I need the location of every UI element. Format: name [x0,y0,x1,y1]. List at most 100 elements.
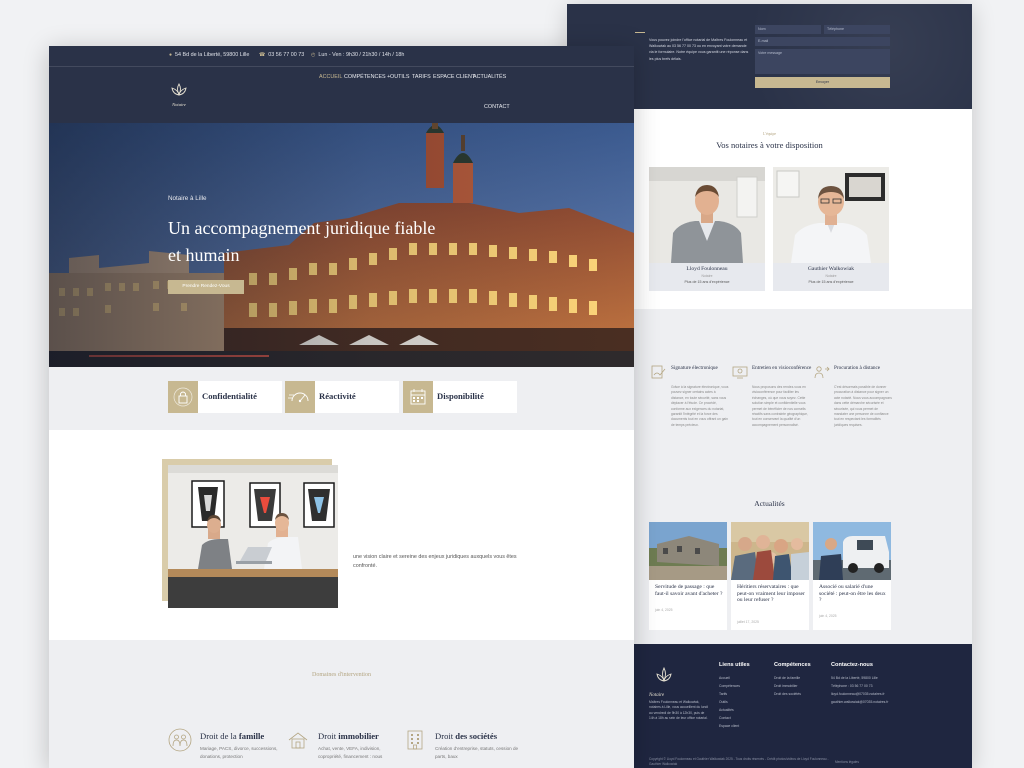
nav-skills-label: COMPÉTENCES [344,74,386,80]
domain-description: Création d'entreprise, statuts, cession … [435,746,519,759]
lock-icon [168,381,198,413]
news-image [649,522,727,580]
domain-title-emphasis: famille [238,731,265,741]
email-field[interactable]: E-mail [755,37,890,46]
domain-title: Droit de la famille [200,731,264,741]
notary-photo [649,167,765,263]
contact-text: Vous pouvez joindre l'office notarial de… [649,38,749,61]
footer-link[interactable]: Tarifs [719,690,750,698]
phone-field[interactable]: Téléphone [824,25,890,34]
nav-home[interactable]: ACCUEIL [319,74,342,80]
domain-title: Droit des sociétés [435,731,497,741]
location-icon: ● [169,52,173,58]
footer-logo[interactable]: Notaire [649,664,679,698]
hours-text: Lun - Ven : 9h30 / 21h30 / 14h / 18h [318,52,405,58]
domain-title-emphasis: immobilier [338,731,379,741]
footer-copyright: Copyright © Lloyd Foulonneau et Gauthier… [649,757,829,766]
news-card[interactable]: Associé ou salarié d'une société : peut-… [813,522,891,630]
intro-section: une vision claire et sereine des enjeux … [49,430,634,640]
value-label: Disponibilité [437,391,484,401]
footer-link[interactable]: Contact [719,714,750,722]
domain-title-emphasis: des sociétés [455,731,498,741]
domains-section: Domaines d'intervention Droit de la fami… [49,640,634,768]
notary-experience: Plus de 15 ans d'expérience [684,280,730,284]
lotus-icon [171,83,187,96]
hero-section: Notaire à Lille Un accompagnement juridi… [49,123,634,367]
footer-links-title: Liens utiles [719,662,750,668]
nav-rates[interactable]: TARIFS [412,74,431,80]
footer-links-column: Liens utiles Accueil Compétences Tarifs … [719,662,750,730]
family-icon [168,728,192,752]
footer-link[interactable]: Accueil [719,674,750,682]
news-card-title[interactable]: Associé ou salarié d'une société : peut-… [819,584,889,604]
nav-tools[interactable]: OUTILS [390,74,409,80]
service-title: Procuration à distance [834,365,881,371]
footer-email[interactable]: lloyd.foulonneau@07035.notaires.fr [831,690,888,698]
send-button[interactable]: Envoyer [755,77,890,88]
service-title: Signature électronique [671,365,718,371]
footer-email[interactable]: gauthier.walkowiak@07035.notaires.fr [831,698,888,706]
news-card[interactable]: Héritiers réservataires : que peut-on vr… [731,522,809,630]
footer-link[interactable]: Droit immobilier [774,682,811,690]
news-card[interactable]: Servitude de passage : que faut-il savoi… [649,522,727,630]
name-field[interactable]: Nom [755,25,821,34]
calendar-icon [403,381,433,413]
legal-link[interactable]: Mentions légales [835,760,859,764]
values-bar: Confidentialité Réactivité Disponibilité [49,367,634,430]
nav-contact[interactable]: CONTACT [484,104,510,110]
intro-text: une vision claire et sereine des enjeux … [353,554,517,569]
phone-text: 03 56 77 00 73 [268,52,305,58]
domain-title-prefix: Droit [318,731,339,741]
news-card-title[interactable]: Héritiers réservataires : que peut-on vr… [737,584,807,604]
site-header: ● 54 Bd de la Liberté, 59800 Lille ☎ 03 … [49,46,634,123]
value-confidentiality: Confidentialité [168,381,282,413]
message-field[interactable]: Votre message [755,49,890,74]
notary-card[interactable]: Lloyd Foulonneau Notaire Plus de 15 ans … [649,167,765,291]
footer-link[interactable]: Droit des sociétés [774,690,811,698]
clock-icon: ◴ [311,52,316,58]
value-label: Confidentialité [202,391,257,401]
footer-contact-title: Contactez-nous [831,662,873,668]
nav-news[interactable]: ACTUALITÉS [473,74,506,80]
domain-title-prefix: Droit [435,731,456,741]
video-call-icon [732,366,748,379]
footer-link[interactable]: Compétences [719,682,750,690]
gold-line [635,32,645,33]
hours-info: ◴ Lun - Ven : 9h30 / 21h30 / 14h / 18h [311,52,404,58]
house-icon [288,732,308,749]
domains-eyebrow: Domaines d'intervention [312,672,371,678]
domain-title: Droit immobilier [318,731,379,741]
address-text: 54 Bd de la Liberté, 59800 Lille [175,52,250,58]
notary-name: Gauthier Walkowiak [807,266,855,272]
footer-link[interactable]: Outils [719,698,750,706]
value-label: Réactivité [319,391,356,401]
speedometer-icon [285,381,315,413]
domain-description: Mariage, PACS, divorce, successions, don… [200,746,278,759]
nav-skills[interactable]: COMPÉTENCES + [344,74,390,80]
footer-phone[interactable]: Téléphone : 03 56 77 00 73 [831,682,888,690]
address-info: ● 54 Bd de la Liberté, 59800 Lille [169,52,249,58]
news-image [813,522,891,580]
footer-about: Maîtres Foulonneau et Walkowiak, notaire… [649,700,709,721]
proxy-icon [814,366,830,379]
news-date: juin 4, 2025 [819,614,837,618]
service-description: C'est désormais possible de donner procu… [834,385,892,427]
domain-title-prefix: Droit de la [200,731,239,741]
site-logo[interactable]: Notaire [166,83,192,107]
footer-skills-title: Compétences [774,662,811,668]
nav-client-space[interactable]: ESPACE CLIENT [433,74,475,80]
left-page-preview: ● 54 Bd de la Liberté, 59800 Lille ☎ 03 … [49,46,634,768]
signature-icon [651,365,666,379]
notary-photo [773,167,889,263]
footer-link[interactable]: Actualités [719,706,750,714]
news-card-title[interactable]: Servitude de passage : que faut-il savoi… [655,584,725,597]
hero-eyebrow: Notaire à Lille [168,195,207,202]
notary-card[interactable]: Gauthier Walkowiak Notaire Plus de 15 an… [773,167,889,291]
service-description: Nous proposons des rendez-vous en visioc… [752,385,808,427]
footer-link[interactable]: Espace client [719,722,750,730]
appointment-button[interactable]: Prendre Rendez-Vous [168,280,244,294]
value-availability: Disponibilité [403,381,517,413]
footer-link[interactable]: Droit de la famille [774,674,811,682]
office-photo [168,465,338,608]
phone-info[interactable]: ☎ 03 56 77 00 73 [259,52,304,58]
